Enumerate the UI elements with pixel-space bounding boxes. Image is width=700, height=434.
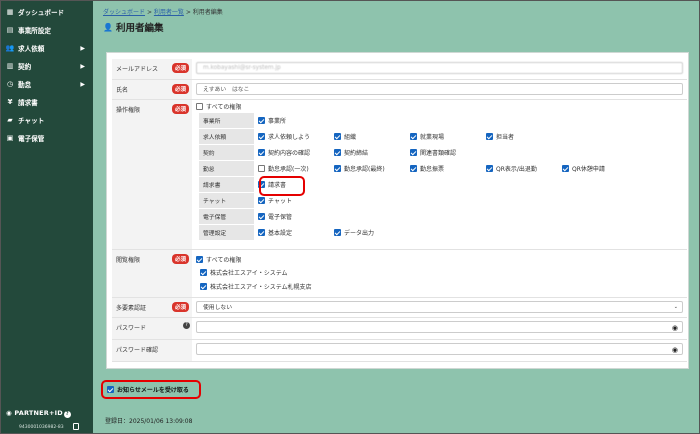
highlight-box <box>101 380 201 399</box>
permission-checkbox[interactable]: 担当者 <box>486 132 558 141</box>
permission-checkbox[interactable]: 事業所 <box>258 116 330 125</box>
permissions-label: 操作権限 必須 <box>112 99 192 250</box>
main-content: ダッシュボード > 利用者一覧 > 利用者編集 👤 利用者編集 メールアドレス 必須… <box>93 1 699 433</box>
chevron-down-icon: ⌄ <box>673 303 678 310</box>
highlight-box <box>259 176 305 196</box>
password-label: パスワード? <box>112 317 192 340</box>
required-badge: 必須 <box>171 83 189 94</box>
permission-checkbox[interactable]: 勤怠振票 <box>410 164 482 173</box>
permission-checkbox[interactable]: QR休憩申請 <box>562 164 634 173</box>
permission-checkbox[interactable]: 基本設定 <box>258 228 330 237</box>
sidebar-item-recruit[interactable]: 👥 求人依頼 ▶ <box>1 39 93 57</box>
copy-icon[interactable] <box>73 423 79 430</box>
password-confirm-field[interactable]: ◉ <box>196 342 683 355</box>
required-badge: 必須 <box>171 301 189 312</box>
permission-category: 契約 <box>199 144 254 161</box>
help-icon[interactable]: ? <box>63 411 71 418</box>
mfa-label: 多要素認証 必須 <box>112 297 192 318</box>
permission-category: 求人依頼 <box>199 128 254 145</box>
permission-category: 勤怠 <box>199 160 254 177</box>
view-company-checkbox[interactable]: 株式会社エスアイ・システム <box>196 266 683 280</box>
mfa-select[interactable]: 使用しない ⌄ <box>196 300 683 313</box>
permission-checkbox[interactable]: 就業現場 <box>410 132 482 141</box>
name-field[interactable]: えすあい はなこ <box>196 82 683 95</box>
breadcrumb-user-list-link[interactable]: 利用者一覧 <box>154 9 184 16</box>
sidebar-item-archive[interactable]: ▣ 電子保管 <box>1 129 93 147</box>
yen-icon: ¥ <box>7 98 13 106</box>
sidebar: ▦ ダッシュボード ▤ 事業所設定 👥 求人依頼 ▶ ▥ 契約 ▶ ◷ 勤怠 ▶ ¥ 請求書 ▰ チ… <box>1 1 93 433</box>
permission-category: 事業所 <box>199 112 254 129</box>
sidebar-item-dashboard[interactable]: ▦ ダッシュボード <box>1 3 93 21</box>
brand-id: 9430001036982-83 <box>19 425 64 430</box>
view-branch-checkbox[interactable]: 株式会社エスアイ・システム札幌支店 <box>196 280 683 294</box>
users-icon: 👥 <box>5 44 15 52</box>
permission-category: 請求書 <box>199 176 254 193</box>
permission-checkbox[interactable]: 組織 <box>334 132 406 141</box>
email-field[interactable]: m.kobayashi@sr-system.jp <box>196 62 683 74</box>
brand-logo: ◉ PARTNER+ID? <box>6 409 71 418</box>
edit-form: メールアドレス 必須 m.kobayashi@sr-system.jp 氏名 必須 … <box>112 59 687 362</box>
breadcrumb-dashboard-link[interactable]: ダッシュボード <box>103 9 145 16</box>
archive-icon: ▣ <box>6 134 14 142</box>
email-label: メールアドレス 必須 <box>112 59 192 80</box>
permission-checkbox[interactable]: 関連書類確認 <box>410 148 482 157</box>
name-label: 氏名 必須 <box>112 79 192 100</box>
password-field[interactable]: ◉ <box>196 320 683 333</box>
permission-checkbox[interactable]: 勤怠承認(最終) <box>334 164 406 173</box>
permission-checkbox[interactable]: 電子保管 <box>258 212 330 221</box>
user-gear-icon: 👤 <box>103 22 113 32</box>
breadcrumb: ダッシュボード > 利用者一覧 > 利用者編集 <box>103 9 223 16</box>
permission-category: チャット <box>199 192 254 209</box>
eye-icon[interactable]: ◉ <box>672 324 678 332</box>
permission-category: 管理設定 <box>199 224 254 241</box>
document-icon: ▥ <box>6 62 14 70</box>
sidebar-item-attendance[interactable]: ◷ 勤怠 ▶ <box>1 75 93 93</box>
eye-icon[interactable]: ◉ <box>672 346 678 354</box>
required-badge: 必須 <box>171 103 189 114</box>
help-icon[interactable]: ? <box>183 321 190 329</box>
sidebar-item-invoice[interactable]: ¥ 請求書 <box>1 93 93 111</box>
expand-arrow-icon: ▶ <box>80 44 85 52</box>
expand-arrow-icon: ▶ <box>80 62 85 70</box>
registered-date: 登録日：2025/01/06 13:09:08 <box>105 418 193 425</box>
chat-icon: ▰ <box>7 116 13 124</box>
permission-checkbox[interactable]: QR表示/出退勤 <box>486 164 558 173</box>
grid-icon: ▦ <box>6 8 14 16</box>
clock-icon: ◷ <box>6 80 14 88</box>
permission-category: 電子保管 <box>199 208 254 225</box>
permission-checkbox[interactable]: データ出力 <box>334 228 406 237</box>
permission-checkbox[interactable]: 契約内容の確認 <box>258 148 330 157</box>
edit-form-card: メールアドレス 必須 m.kobayashi@sr-system.jp 氏名 必須 … <box>106 52 689 369</box>
view-all-checkbox[interactable]: すべての権限 <box>196 254 683 266</box>
permission-checkbox[interactable]: チャット <box>258 196 330 205</box>
permission-all-checkbox[interactable]: すべての権限 <box>196 102 683 111</box>
breadcrumb-current: 利用者編集 <box>192 9 223 16</box>
sidebar-item-office[interactable]: ▤ 事業所設定 <box>1 21 93 39</box>
required-badge: 必須 <box>171 253 189 264</box>
page-title: 👤 利用者編集 <box>103 22 164 35</box>
permission-checkbox[interactable]: 求人依頼しよう <box>258 132 330 141</box>
building-icon: ▤ <box>6 26 14 34</box>
expand-arrow-icon: ▶ <box>80 80 85 88</box>
permission-checkbox[interactable]: 契約締結 <box>334 148 406 157</box>
app-window: ▦ ダッシュボード ▤ 事業所設定 👥 求人依頼 ▶ ▥ 契約 ▶ ◷ 勤怠 ▶ ¥ 請求書 ▰ チ… <box>0 0 700 434</box>
permission-checkbox[interactable]: 勤怠承認(一次) <box>258 164 330 173</box>
sidebar-item-contract[interactable]: ▥ 契約 ▶ <box>1 57 93 75</box>
required-badge: 必須 <box>171 63 189 73</box>
password-confirm-label: パスワード確認 <box>112 339 192 362</box>
sidebar-item-chat[interactable]: ▰ チャット <box>1 111 93 129</box>
view-label: 閲覧権限 必須 <box>112 249 192 298</box>
